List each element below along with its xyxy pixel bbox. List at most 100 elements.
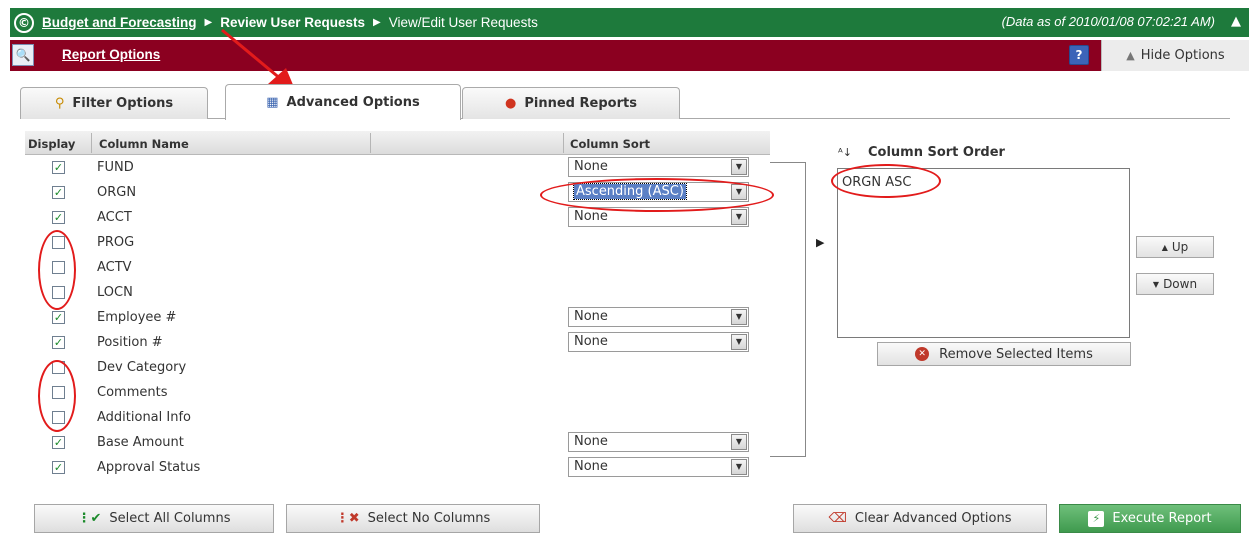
sort-order-list[interactable]: ORGN ASC bbox=[837, 168, 1130, 338]
move-right-icon[interactable]: ▶ bbox=[816, 236, 824, 249]
report-options-bar: 🔍 Report Options ? ▲ Hide Options bbox=[10, 40, 1249, 71]
header-display: Display bbox=[28, 137, 76, 151]
column-sort-select[interactable]: None ▼ bbox=[568, 457, 749, 477]
table-row: ACTV bbox=[25, 255, 770, 280]
column-name-label: PROG bbox=[97, 235, 135, 250]
tab-pinned-reports[interactable]: ● Pinned Reports bbox=[462, 87, 680, 119]
breadcrumb-view-edit: View/Edit User Requests bbox=[388, 15, 538, 30]
sort-order-item[interactable]: ORGN ASC bbox=[842, 175, 911, 190]
display-checkbox[interactable] bbox=[52, 386, 65, 399]
chevron-down-icon: ▼ bbox=[731, 309, 747, 325]
column-name-label: Additional Info bbox=[97, 410, 191, 425]
chevron-down-icon: ▼ bbox=[731, 459, 747, 475]
tab-advanced-options[interactable]: ▦ Advanced Options bbox=[225, 84, 461, 120]
table-icon: ▦ bbox=[266, 95, 279, 110]
breadcrumb-review-user-requests: Review User Requests bbox=[220, 15, 366, 30]
display-checkbox[interactable]: ✓ bbox=[52, 436, 65, 449]
lightning-icon: ⚡ bbox=[1088, 510, 1105, 527]
select-none-label: Select No Columns bbox=[367, 511, 491, 526]
tab-label: Advanced Options bbox=[286, 95, 420, 110]
breadcrumb-bar: © Budget and Forecasting ▶ Review User R… bbox=[10, 8, 1249, 37]
column-sort-select[interactable]: Ascending (ASC) ▼ bbox=[568, 182, 749, 202]
table-row: ✓ FUND None ▼ bbox=[25, 155, 770, 180]
remove-icon: ✕ bbox=[915, 347, 930, 361]
move-up-button[interactable]: ▲ Up bbox=[1136, 236, 1214, 258]
tab-filter-options[interactable]: ⚲ Filter Options bbox=[20, 87, 208, 119]
column-sort-select[interactable]: None ▼ bbox=[568, 207, 749, 227]
sort-order-heading: ᴬ↓ Column Sort Order bbox=[838, 145, 1005, 160]
table-row: ✓ Position # None ▼ bbox=[25, 330, 770, 355]
data-timestamp: (Data as of 2010/01/08 07:02:21 AM) bbox=[1001, 14, 1215, 29]
table-row: Additional Info bbox=[25, 405, 770, 430]
table-row: PROG bbox=[25, 230, 770, 255]
breadcrumb-budget-forecasting[interactable]: Budget and Forecasting bbox=[42, 15, 197, 30]
chevron-down-icon: ▼ bbox=[731, 159, 747, 175]
display-checkbox[interactable] bbox=[52, 236, 65, 249]
column-sort-select[interactable]: None ▼ bbox=[568, 332, 749, 352]
column-name-label: ORGN bbox=[97, 185, 137, 200]
column-sort-select[interactable]: None ▼ bbox=[568, 432, 749, 452]
column-name-label: Comments bbox=[97, 385, 168, 400]
column-sort-value: None bbox=[574, 309, 608, 324]
column-name-label: Employee # bbox=[97, 310, 177, 325]
select-all-icon: ⋮✔ bbox=[77, 511, 102, 526]
move-down-button[interactable]: ▼ Down bbox=[1136, 273, 1214, 295]
sort-az-icon: ᴬ↓ bbox=[838, 146, 852, 159]
remove-selected-items-button[interactable]: ✕ Remove Selected Items bbox=[877, 342, 1131, 366]
column-sort-value: Ascending (ASC) bbox=[573, 183, 687, 200]
sort-connector-line bbox=[770, 162, 806, 457]
remove-label: Remove Selected Items bbox=[939, 346, 1093, 362]
column-name-label: Base Amount bbox=[97, 435, 184, 450]
select-all-columns-button[interactable]: ⋮✔ Select All Columns bbox=[34, 504, 274, 533]
down-label: Down bbox=[1163, 277, 1198, 291]
triangle-up-icon: ▲ bbox=[1126, 49, 1135, 62]
column-sort-select[interactable]: None ▼ bbox=[568, 157, 749, 177]
column-name-label: ACCT bbox=[97, 210, 132, 225]
display-checkbox[interactable]: ✓ bbox=[52, 461, 65, 474]
help-icon[interactable]: ? bbox=[1069, 45, 1089, 65]
hide-options-button[interactable]: ▲ Hide Options bbox=[1101, 40, 1249, 71]
display-checkbox[interactable] bbox=[52, 286, 65, 299]
select-none-icon: ⋮✖ bbox=[335, 511, 360, 526]
select-no-columns-button[interactable]: ⋮✖ Select No Columns bbox=[286, 504, 540, 533]
header-divider bbox=[370, 133, 371, 153]
table-row: LOCN bbox=[25, 280, 770, 305]
tab-label: Filter Options bbox=[72, 96, 174, 111]
grid-rows: ✓ FUND None ▼ ✓ ORGN Ascending (ASC) ▼ ✓ ACCT None… bbox=[25, 155, 770, 480]
caret-down-icon: ▼ bbox=[1152, 279, 1160, 289]
display-checkbox[interactable] bbox=[52, 261, 65, 274]
sort-order-title: Column Sort Order bbox=[867, 145, 1005, 160]
caret-up-icon: ▲ bbox=[1161, 242, 1168, 252]
report-options-title[interactable]: Report Options bbox=[62, 47, 160, 62]
column-sort-value: None bbox=[574, 334, 608, 349]
collapse-up-icon[interactable]: ▲ bbox=[1231, 14, 1241, 29]
chevron-down-icon: ▼ bbox=[731, 209, 747, 225]
display-checkbox[interactable]: ✓ bbox=[52, 211, 65, 224]
clear-advanced-options-button[interactable]: ⌫ Clear Advanced Options bbox=[793, 504, 1047, 533]
up-label: Up bbox=[1171, 240, 1189, 254]
magnifier-icon: ⚲ bbox=[54, 96, 65, 111]
column-name-label: Position # bbox=[97, 335, 163, 350]
table-row: ✓ Employee # None ▼ bbox=[25, 305, 770, 330]
column-name-label: Dev Category bbox=[97, 360, 187, 375]
display-checkbox[interactable]: ✓ bbox=[52, 311, 65, 324]
display-checkbox[interactable]: ✓ bbox=[52, 186, 65, 199]
header-divider bbox=[563, 133, 564, 153]
column-name-label: LOCN bbox=[97, 285, 133, 300]
header-column-name: Column Name bbox=[99, 137, 189, 151]
display-checkbox[interactable]: ✓ bbox=[52, 336, 65, 349]
execute-report-button[interactable]: ⚡ Execute Report bbox=[1059, 504, 1241, 533]
display-checkbox[interactable] bbox=[52, 361, 65, 374]
breadcrumb-separator-icon: ▶ bbox=[373, 17, 381, 28]
header-divider bbox=[91, 133, 92, 153]
column-sort-value: None bbox=[574, 209, 608, 224]
hide-options-label: Hide Options bbox=[1140, 48, 1225, 63]
breadcrumb-separator-icon: ▶ bbox=[204, 17, 213, 28]
select-all-label: Select All Columns bbox=[109, 511, 231, 526]
table-row: Comments bbox=[25, 380, 770, 405]
column-sort-select[interactable]: None ▼ bbox=[568, 307, 749, 327]
display-checkbox[interactable] bbox=[52, 411, 65, 424]
display-checkbox[interactable]: ✓ bbox=[52, 161, 65, 174]
clear-label: Clear Advanced Options bbox=[854, 511, 1012, 526]
table-row: ✓ ORGN Ascending (ASC) ▼ bbox=[25, 180, 770, 205]
